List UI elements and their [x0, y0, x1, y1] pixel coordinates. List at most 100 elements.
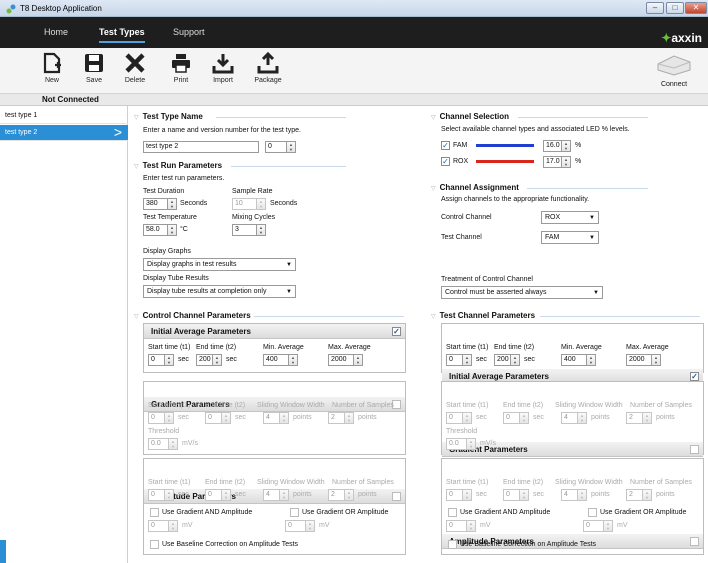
control-threshold-input[interactable]: 0.0	[148, 438, 169, 450]
control-amplitude-samples-input[interactable]: 2	[328, 489, 345, 501]
close-button[interactable]: ✕	[685, 2, 707, 14]
control-amplitude-start-input[interactable]: 0	[148, 489, 165, 501]
delete-button[interactable]: Delete	[117, 52, 153, 84]
test-threshold-input[interactable]: 0.0	[446, 438, 467, 450]
test-gradient-and-amplitude-checkbox[interactable]	[448, 508, 457, 517]
control-gradient-win-spinner[interactable]: ▲ ▼	[280, 412, 289, 424]
control-and-mv-spinner[interactable]: ▲ ▼	[169, 520, 178, 532]
test-initial-end-spinner[interactable]: ▲ ▼	[511, 354, 520, 366]
treatment-select[interactable]: Control must be asserted always ▼	[441, 286, 603, 299]
test-amplitude-win-input[interactable]: 4	[561, 489, 578, 501]
control-gradient-start-input[interactable]: 0	[148, 412, 165, 424]
test-duration-spinner[interactable]: ▲ ▼	[168, 198, 177, 210]
minimize-button[interactable]: –	[646, 2, 664, 14]
test-amplitude-start-spinner[interactable]: ▲ ▼	[463, 489, 472, 501]
test-temperature-input[interactable]: 58.0	[143, 224, 168, 236]
control-baseline-correction-checkbox[interactable]	[150, 540, 159, 549]
test-type-name-input[interactable]: test type 2	[143, 141, 259, 153]
maximize-button[interactable]: □	[666, 2, 684, 14]
test-amplitude-win-spinner[interactable]: ▲ ▼	[578, 489, 587, 501]
fam-led-spinner[interactable]: ▲ ▼	[562, 140, 571, 152]
test-amplitude-samples-input[interactable]: 2	[626, 489, 643, 501]
test-or-mv-spinner[interactable]: ▲ ▼	[604, 520, 613, 532]
test-gradient-start-input[interactable]: 0	[446, 412, 463, 424]
control-amplitude-win-input[interactable]: 4	[263, 489, 280, 501]
sample-rate-input[interactable]: 10	[232, 198, 257, 210]
test-amplitude-samples-spinner[interactable]: ▲ ▼	[643, 489, 652, 501]
control-or-mv-input[interactable]: 0	[285, 520, 306, 532]
test-initial-end-input[interactable]: 200	[494, 354, 511, 366]
test-initial-min-spinner[interactable]: ▲ ▼	[587, 354, 596, 366]
test-initial-average-checkbox[interactable]: ✓	[690, 372, 699, 381]
control-amplitude-samples-spinner[interactable]: ▲ ▼	[345, 489, 354, 501]
control-initial-min-spinner[interactable]: ▲ ▼	[289, 354, 298, 366]
test-channel-select[interactable]: FAM ▼	[541, 231, 599, 244]
control-gradient-samples-spinner[interactable]: ▲ ▼	[345, 412, 354, 424]
control-channel-select[interactable]: ROX ▼	[541, 211, 599, 224]
control-initial-start-input[interactable]: 0	[148, 354, 165, 366]
control-gradient-and-amplitude-checkbox[interactable]	[150, 508, 159, 517]
tab-home[interactable]: Home	[44, 27, 68, 37]
test-gradient-win-input[interactable]: 4	[561, 412, 578, 424]
package-button[interactable]: Package	[250, 52, 286, 84]
test-initial-start-spinner[interactable]: ▲ ▼	[463, 354, 472, 366]
test-gradient-or-amplitude-checkbox[interactable]	[588, 508, 597, 517]
control-initial-end-input[interactable]: 200	[196, 354, 213, 366]
control-initial-start-spinner[interactable]: ▲ ▼	[165, 354, 174, 366]
mixing-cycles-input[interactable]: 3	[232, 224, 257, 236]
control-amplitude-win-spinner[interactable]: ▲ ▼	[280, 489, 289, 501]
test-or-mv-input[interactable]: 0	[583, 520, 604, 532]
control-initial-min-input[interactable]: 400	[263, 354, 289, 366]
connect-button[interactable]: Connect	[644, 50, 704, 88]
control-gradient-win-input[interactable]: 4	[263, 412, 280, 424]
display-graphs-select[interactable]: Display graphs in test results ▼	[143, 258, 296, 271]
test-initial-max-input[interactable]: 2000	[626, 354, 652, 366]
test-initial-min-input[interactable]: 400	[561, 354, 587, 366]
test-gradient-samples-spinner[interactable]: ▲ ▼	[643, 412, 652, 424]
mixing-cycles-spinner[interactable]: ▲ ▼	[257, 224, 266, 236]
test-gradient-end-spinner[interactable]: ▲ ▼	[520, 412, 529, 424]
test-initial-start-input[interactable]: 0	[446, 354, 463, 366]
version-spinner[interactable]: ▲ ▼	[287, 141, 296, 153]
test-gradient-checkbox[interactable]	[690, 445, 699, 454]
test-amplitude-end-spinner[interactable]: ▲ ▼	[520, 489, 529, 501]
list-item-selected[interactable]: test type 2 >	[0, 124, 128, 141]
test-initial-max-spinner[interactable]: ▲ ▼	[652, 354, 661, 366]
save-button[interactable]: Save	[76, 52, 112, 84]
test-duration-input[interactable]: 380	[143, 198, 168, 210]
control-amplitude-end-input[interactable]: 0	[205, 489, 222, 501]
control-gradient-samples-input[interactable]: 2	[328, 412, 345, 424]
sample-rate-spinner[interactable]: ▲ ▼	[257, 198, 266, 210]
rox-checkbox[interactable]: ✓	[441, 157, 450, 166]
test-gradient-start-spinner[interactable]: ▲ ▼	[463, 412, 472, 424]
test-and-mv-spinner[interactable]: ▲ ▼	[467, 520, 476, 532]
test-gradient-win-spinner[interactable]: ▲ ▼	[578, 412, 587, 424]
print-button[interactable]: Print	[163, 52, 199, 84]
control-gradient-or-amplitude-checkbox[interactable]	[290, 508, 299, 517]
import-button[interactable]: Import	[205, 52, 241, 84]
list-item[interactable]: test type 1	[0, 108, 128, 124]
control-amplitude-start-spinner[interactable]: ▲ ▼	[165, 489, 174, 501]
tab-test-types[interactable]: Test Types	[99, 27, 145, 43]
test-gradient-end-input[interactable]: 0	[503, 412, 520, 424]
rox-led-input[interactable]: 17.0	[543, 156, 562, 168]
control-gradient-start-spinner[interactable]: ▲ ▼	[165, 412, 174, 424]
test-threshold-spinner[interactable]: ▲ ▼	[467, 438, 476, 450]
tab-support[interactable]: Support	[173, 27, 205, 37]
new-button[interactable]: New	[34, 52, 70, 84]
display-tube-results-select[interactable]: Display tube results at completion only ▼	[143, 285, 296, 298]
control-gradient-end-spinner[interactable]: ▲ ▼	[222, 412, 231, 424]
control-and-mv-input[interactable]: 0	[148, 520, 169, 532]
control-initial-max-spinner[interactable]: ▲ ▼	[354, 354, 363, 366]
control-amplitude-checkbox[interactable]	[392, 492, 401, 501]
control-or-mv-spinner[interactable]: ▲ ▼	[306, 520, 315, 532]
fam-checkbox[interactable]: ✓	[441, 141, 450, 150]
test-amplitude-end-input[interactable]: 0	[503, 489, 520, 501]
fam-led-input[interactable]: 16.0	[543, 140, 562, 152]
control-initial-average-checkbox[interactable]: ✓	[392, 327, 401, 336]
control-amplitude-end-spinner[interactable]: ▲ ▼	[222, 489, 231, 501]
control-initial-end-spinner[interactable]: ▲ ▼	[213, 354, 222, 366]
test-amplitude-checkbox[interactable]	[690, 537, 699, 546]
test-and-mv-input[interactable]: 0	[446, 520, 467, 532]
control-initial-max-input[interactable]: 2000	[328, 354, 354, 366]
